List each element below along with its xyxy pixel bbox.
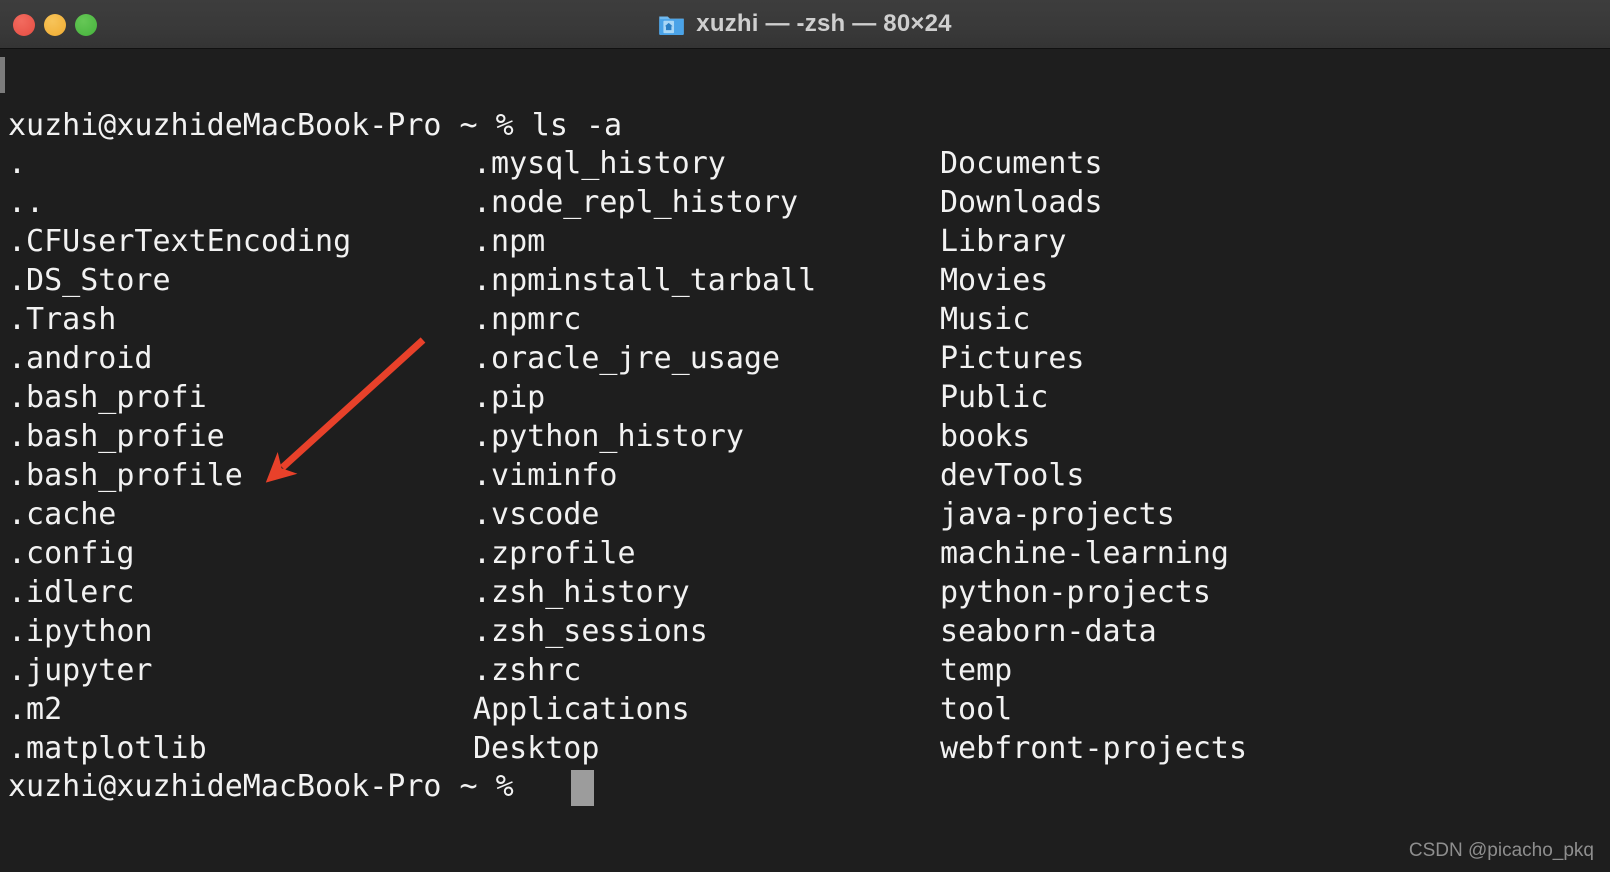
- file-entry: .ipython: [8, 612, 351, 651]
- prompt-line: xuzhi@xuzhideMacBook-Pro ~ %: [8, 767, 532, 806]
- file-entry: books: [940, 417, 1247, 456]
- file-entry: .m2: [8, 690, 351, 729]
- file-entry: .viminfo: [473, 456, 816, 495]
- file-entry: .Trash: [8, 300, 351, 339]
- file-entry: Library: [940, 222, 1247, 261]
- block-cursor: [571, 770, 594, 806]
- file-column-3: DocumentsDownloadsLibraryMoviesMusicPict…: [940, 144, 1247, 768]
- file-entry: .npm: [473, 222, 816, 261]
- file-entry: .bash_profi: [8, 378, 351, 417]
- file-entry: Music: [940, 300, 1247, 339]
- file-entry: ..: [8, 183, 351, 222]
- file-entry: webfront-projects: [940, 729, 1247, 768]
- left-edge-cursor-artifact: [0, 57, 5, 93]
- file-entry: .bash_profie: [8, 417, 351, 456]
- file-entry: Downloads: [940, 183, 1247, 222]
- file-entry: Desktop: [473, 729, 816, 768]
- file-entry: .DS_Store: [8, 261, 351, 300]
- window-title: xuzhi — -zsh — 80×24: [696, 10, 951, 38]
- file-entry: .zsh_history: [473, 573, 816, 612]
- window-title-group: xuzhi — -zsh — 80×24: [0, 0, 1610, 49]
- command-line: xuzhi@xuzhideMacBook-Pro ~ % ls -a: [8, 106, 622, 145]
- file-entry: machine-learning: [940, 534, 1247, 573]
- file-entry: .vscode: [473, 495, 816, 534]
- file-entry: .bash_profile: [8, 456, 351, 495]
- file-column-2: .mysql_history.node_repl_history.npm.npm…: [473, 144, 816, 768]
- close-button[interactable]: [13, 14, 35, 36]
- file-entry: .zprofile: [473, 534, 816, 573]
- file-entry: .cache: [8, 495, 351, 534]
- file-entry: Movies: [940, 261, 1247, 300]
- minimize-button[interactable]: [44, 14, 66, 36]
- file-entry: .matplotlib: [8, 729, 351, 768]
- traffic-light-group: [13, 0, 97, 49]
- file-entry: Applications: [473, 690, 816, 729]
- file-entry: python-projects: [940, 573, 1247, 612]
- file-entry: .pip: [473, 378, 816, 417]
- file-column-1: ....CFUserTextEncoding.DS_Store.Trash.an…: [8, 144, 351, 768]
- file-entry: Pictures: [940, 339, 1247, 378]
- file-entry: .npmrc: [473, 300, 816, 339]
- file-entry: .android: [8, 339, 351, 378]
- file-entry: .idlerc: [8, 573, 351, 612]
- file-entry: .zsh_sessions: [473, 612, 816, 651]
- terminal-output-area[interactable]: xuzhi@xuzhideMacBook-Pro ~ % ls -a ....C…: [0, 49, 1610, 872]
- file-entry: seaborn-data: [940, 612, 1247, 651]
- file-entry: Documents: [940, 144, 1247, 183]
- watermark-text: CSDN @picacho_pkq: [1409, 840, 1594, 862]
- home-folder-icon: [658, 11, 685, 38]
- file-entry: .python_history: [473, 417, 816, 456]
- terminal-window: xuzhi — -zsh — 80×24 xuzhi@xuzhideMacBoo…: [0, 0, 1610, 872]
- file-entry: .mysql_history: [473, 144, 816, 183]
- file-entry: .config: [8, 534, 351, 573]
- file-entry: .: [8, 144, 351, 183]
- file-entry: .node_repl_history: [473, 183, 816, 222]
- file-entry: java-projects: [940, 495, 1247, 534]
- file-entry: .CFUserTextEncoding: [8, 222, 351, 261]
- file-entry: .zshrc: [473, 651, 816, 690]
- file-entry: temp: [940, 651, 1247, 690]
- file-entry: tool: [940, 690, 1247, 729]
- file-entry: .npminstall_tarball: [473, 261, 816, 300]
- window-titlebar[interactable]: xuzhi — -zsh — 80×24: [0, 0, 1610, 49]
- maximize-button[interactable]: [75, 14, 97, 36]
- file-entry: .oracle_jre_usage: [473, 339, 816, 378]
- file-entry: Public: [940, 378, 1247, 417]
- file-entry: .jupyter: [8, 651, 351, 690]
- file-entry: devTools: [940, 456, 1247, 495]
